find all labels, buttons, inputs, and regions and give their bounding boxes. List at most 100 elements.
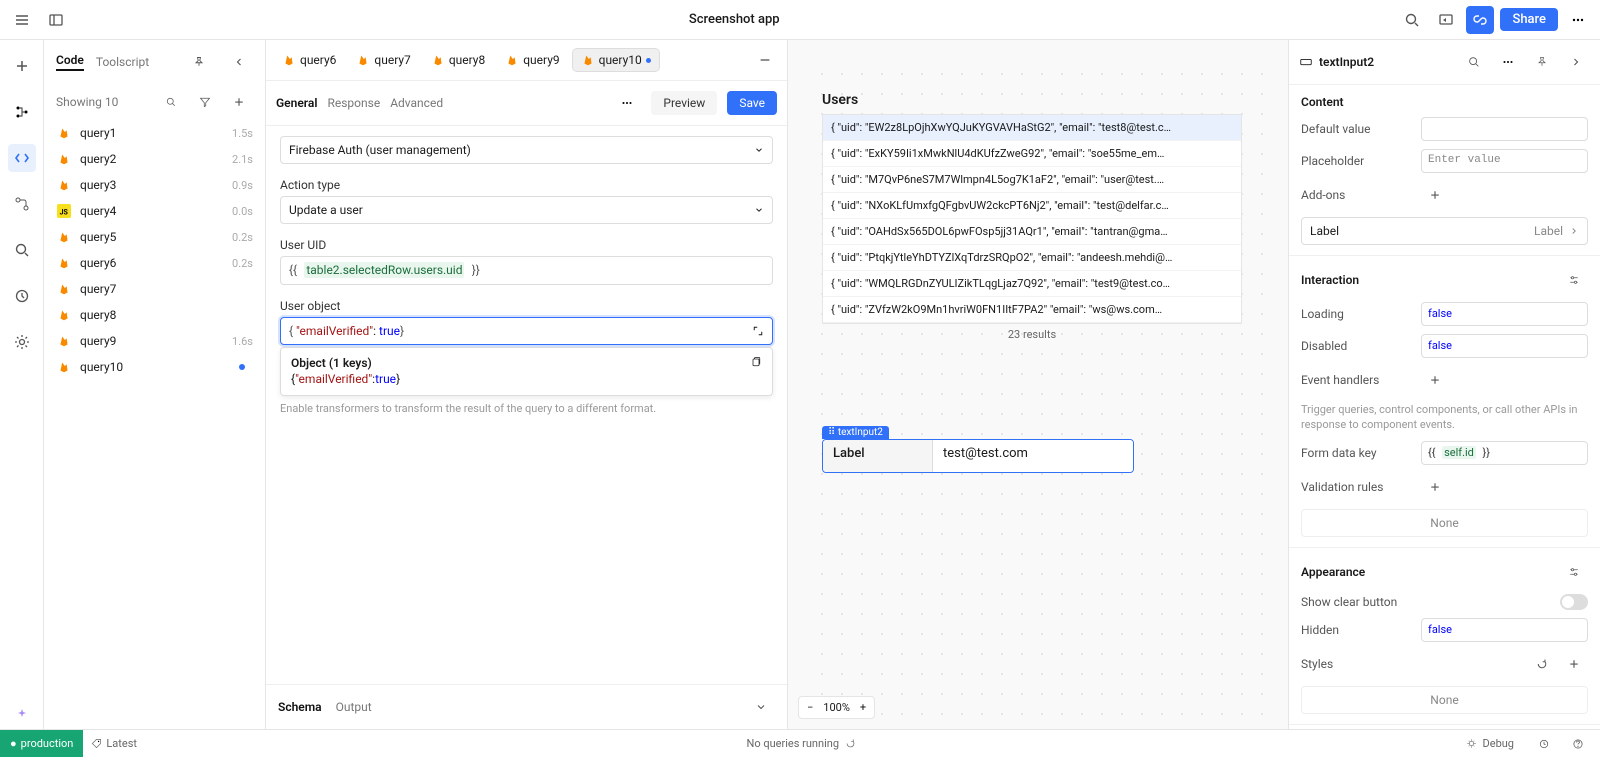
- component-badge[interactable]: ⠿ textInput2: [822, 426, 889, 439]
- refresh-icon[interactable]: [845, 738, 856, 749]
- share-button[interactable]: Share: [1500, 8, 1558, 31]
- preview-button[interactable]: Preview: [651, 91, 717, 115]
- list-item[interactable]: { "uid": "ExKY59Ii1xMwkNlU4dKUfzZweG92",…: [823, 141, 1241, 167]
- query-row[interactable]: query10: [44, 354, 265, 380]
- environment-badge[interactable]: ● production: [0, 730, 83, 757]
- query-row[interactable]: query8: [44, 302, 265, 328]
- list-item[interactable]: { "uid": "PtqkjYtleYhDTYZlXqTdrzSRQpO2",…: [823, 245, 1241, 271]
- code-icon[interactable]: [8, 144, 36, 172]
- query-row[interactable]: query6 0.2s: [44, 250, 265, 276]
- list-item[interactable]: { "uid": "WMQLRGDnZYULIZikTLqgLjaz7Q92",…: [823, 271, 1241, 297]
- disabled-input[interactable]: false: [1421, 334, 1588, 358]
- version-tag[interactable]: Latest: [83, 737, 145, 750]
- reset-styles-icon[interactable]: [1528, 650, 1556, 678]
- list-item[interactable]: { "uid": "NXoKLfUmxfgQFgbvUW2ckcPT6Nj2",…: [823, 193, 1241, 219]
- tree-icon[interactable]: [8, 98, 36, 126]
- user-object-input[interactable]: { "emailVerified": true}: [280, 317, 773, 345]
- more-editor-icon[interactable]: [613, 89, 641, 117]
- tab-advanced[interactable]: Advanced: [390, 96, 443, 110]
- search-queries-icon[interactable]: [157, 88, 185, 116]
- query-row[interactable]: query7: [44, 276, 265, 302]
- add-validation-icon[interactable]: [1421, 473, 1449, 501]
- users-list[interactable]: { "uid": "EW2z8LpOjhXwYQJuKYGVAVHaStG2",…: [822, 114, 1242, 324]
- default-value-input[interactable]: [1421, 117, 1588, 141]
- component-name[interactable]: textInput2: [1319, 55, 1374, 69]
- save-button[interactable]: Save: [727, 91, 777, 115]
- collapse-icon[interactable]: [225, 48, 253, 76]
- debug-button[interactable]: Debug: [1458, 737, 1522, 750]
- resource-value: Firebase Auth (user management): [289, 143, 471, 157]
- more-icon[interactable]: [1564, 6, 1592, 34]
- add-addon-icon[interactable]: [1421, 181, 1449, 209]
- text-input-component[interactable]: Label test@test.com: [822, 439, 1134, 473]
- help-icon[interactable]: [1564, 730, 1592, 758]
- list-item[interactable]: { "uid": "OAHdSx565DOL6pwFOsp5jj31AQr1",…: [823, 219, 1241, 245]
- settings-icon[interactable]: [8, 328, 36, 356]
- query-row[interactable]: JS query4 0.0s: [44, 198, 265, 224]
- list-item[interactable]: { "uid": "M7QvP6neS7M7Wlmpn4L5og7K1aF2",…: [823, 167, 1241, 193]
- tab-general[interactable]: General: [276, 96, 317, 110]
- pin-icon[interactable]: [185, 48, 213, 76]
- search-icon[interactable]: [1398, 6, 1426, 34]
- add-event-icon[interactable]: [1421, 366, 1449, 394]
- user-uid-input[interactable]: {{ table2.selectedRow.users.uid }}: [280, 256, 773, 285]
- more-inspector-icon[interactable]: [1494, 48, 1522, 76]
- firebase-icon: [56, 177, 72, 193]
- link-icon[interactable]: [1466, 6, 1494, 34]
- addon-row-label[interactable]: Label Label: [1301, 217, 1588, 245]
- add-icon[interactable]: [8, 52, 36, 80]
- chevron-down-icon[interactable]: [747, 693, 775, 721]
- query-row[interactable]: query2 2.1s: [44, 146, 265, 172]
- list-item[interactable]: { "uid": "ZVfzW2kO9Mn1hvriW0FN1IItF7PA2"…: [823, 297, 1241, 323]
- sliders-icon[interactable]: [1560, 558, 1588, 586]
- pin-inspector-icon[interactable]: [1528, 48, 1556, 76]
- action-type-select[interactable]: Update a user: [280, 196, 773, 224]
- preview-icon[interactable]: [1432, 6, 1460, 34]
- firebase-icon: [56, 125, 72, 141]
- tab-schema[interactable]: Schema: [278, 700, 322, 714]
- placeholder-input[interactable]: Enter value: [1421, 149, 1588, 173]
- search-rail-icon[interactable]: [8, 236, 36, 264]
- tab-toolscript[interactable]: Toolscript: [96, 55, 149, 69]
- show-clear-toggle[interactable]: [1560, 594, 1588, 610]
- canvas-area[interactable]: Users { "uid": "EW2z8LpOjhXwYQJuKYGVAVHa…: [788, 40, 1288, 729]
- hidden-input[interactable]: false: [1421, 618, 1588, 642]
- zoom-out-button[interactable]: −: [803, 699, 817, 716]
- clock-icon[interactable]: [1530, 730, 1558, 758]
- tab-output[interactable]: Output: [336, 700, 372, 714]
- query-row[interactable]: query9 1.6s: [44, 328, 265, 354]
- add-style-icon[interactable]: [1560, 650, 1588, 678]
- search-inspector-icon[interactable]: [1460, 48, 1488, 76]
- expand-icon[interactable]: [752, 325, 764, 337]
- editor-tab[interactable]: query7: [348, 49, 418, 71]
- query-time: 0.2s: [232, 231, 253, 244]
- zoom-in-button[interactable]: +: [856, 699, 870, 716]
- tab-code[interactable]: Code: [56, 53, 84, 71]
- copy-icon[interactable]: [750, 356, 762, 368]
- menu-icon[interactable]: [8, 6, 36, 34]
- close-inspector-icon[interactable]: [1562, 48, 1590, 76]
- query-row[interactable]: query5 0.2s: [44, 224, 265, 250]
- loading-input[interactable]: false: [1421, 302, 1588, 326]
- add-query-icon[interactable]: [225, 88, 253, 116]
- sparkle-icon[interactable]: [8, 701, 36, 729]
- filter-icon[interactable]: [191, 88, 219, 116]
- workflow-icon[interactable]: [8, 190, 36, 218]
- query-name: query6: [80, 256, 224, 270]
- tab-response[interactable]: Response: [327, 96, 380, 110]
- panels-icon[interactable]: [42, 6, 70, 34]
- sliders-icon[interactable]: [1560, 266, 1588, 294]
- editor-tab[interactable]: query6: [274, 49, 344, 71]
- query-time: 0.0s: [232, 205, 253, 218]
- form-key-input[interactable]: {{ self.id }}: [1421, 441, 1588, 465]
- editor-tab[interactable]: query10: [572, 48, 660, 72]
- query-row[interactable]: query3 0.9s: [44, 172, 265, 198]
- query-row[interactable]: query1 1.5s: [44, 120, 265, 146]
- minimize-icon[interactable]: [751, 46, 779, 74]
- history-icon[interactable]: [8, 282, 36, 310]
- resource-select[interactable]: Firebase Auth (user management): [280, 136, 773, 164]
- list-item[interactable]: { "uid": "EW2z8LpOjhXwYQJuKYGVAVHaStG2",…: [823, 115, 1241, 141]
- text-input-value[interactable]: test@test.com: [933, 440, 1133, 472]
- editor-tab[interactable]: query9: [497, 49, 567, 71]
- editor-tab[interactable]: query8: [423, 49, 493, 71]
